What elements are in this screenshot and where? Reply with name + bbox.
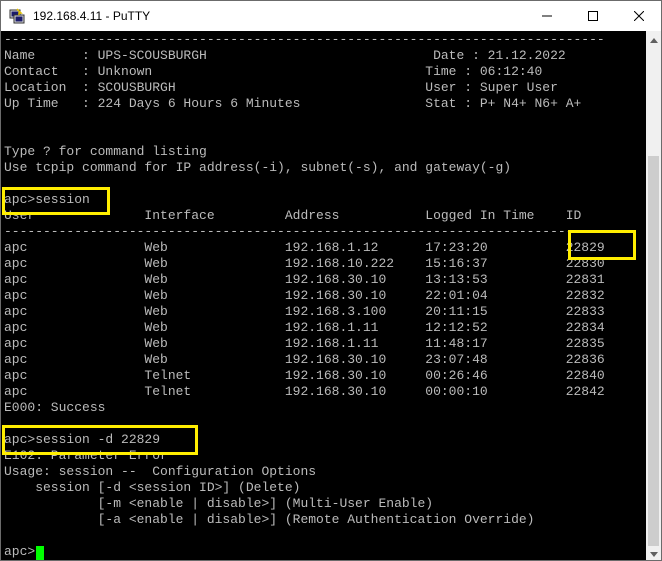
terminal-line: Type ? for command listing — [4, 144, 207, 159]
terminal-line: session [-d <session ID>] (Delete) — [4, 480, 301, 495]
scroll-thumb[interactable] — [648, 156, 659, 546]
terminal-output[interactable]: ----------------------------------------… — [1, 31, 646, 560]
putty-app-icon — [9, 8, 25, 24]
highlight-session-command — [2, 187, 110, 215]
scroll-up-arrow[interactable] — [646, 33, 661, 48]
highlight-delete-command — [2, 425, 198, 455]
terminal-line: Name : UPS-SCOUSBURGH Date : 21.12.2022 — [4, 48, 566, 63]
terminal-line: apc Web 192.168.30.10 22:01:04 22832 — [4, 288, 605, 303]
highlight-session-id — [568, 230, 636, 260]
terminal-line: apc Web 192.168.3.100 20:11:15 22833 — [4, 304, 605, 319]
terminal-line: apc Web 192.168.10.222 15:16:37 22830 — [4, 256, 605, 271]
terminal-line: apc Web 192.168.30.10 23:07:48 22836 — [4, 352, 605, 367]
terminal-line: Location : SCOUSBURGH User : Super User — [4, 80, 558, 95]
terminal-line: apc Telnet 192.168.30.10 00:26:46 22840 — [4, 368, 605, 383]
terminal-line: apc Web 192.168.30.10 13:13:53 22831 — [4, 272, 605, 287]
chevron-down-icon — [649, 552, 658, 557]
terminal-line: E000: Success — [4, 400, 106, 415]
terminal-line: Usage: session -- Configuration Options — [4, 464, 317, 479]
terminal-line: [-m <enable | disable>] (Multi-User Enab… — [4, 496, 434, 511]
putty-window: 192.168.4.11 - PuTTY -------------------… — [0, 0, 662, 561]
terminal-line: apc Web 192.168.1.11 11:48:17 22835 — [4, 336, 605, 351]
minimize-icon — [542, 15, 552, 17]
terminal-line: [-a <enable | disable>] (Remote Authenti… — [4, 512, 535, 527]
close-icon — [634, 11, 644, 21]
terminal-line: apc Web 192.168.1.11 12:12:52 22834 — [4, 320, 605, 335]
terminal-prompt: apc> — [4, 544, 36, 559]
terminal-line: ----------------------------------------… — [4, 224, 605, 239]
terminal-line: Contact : Unknown Time : 06:12:40 — [4, 64, 543, 79]
close-button[interactable] — [616, 1, 661, 31]
terminal-line: Up Time : 224 Days 6 Hours 6 Minutes Sta… — [4, 96, 582, 111]
minimize-button[interactable] — [524, 1, 570, 31]
title-bar[interactable]: 192.168.4.11 - PuTTY — [1, 1, 661, 31]
scroll-down-arrow[interactable] — [646, 547, 661, 560]
window-title: 192.168.4.11 - PuTTY — [33, 9, 151, 23]
terminal-line: ----------------------------------------… — [4, 32, 605, 47]
vertical-scrollbar[interactable] — [646, 31, 661, 560]
terminal-cursor — [36, 546, 44, 560]
maximize-icon — [588, 11, 598, 21]
terminal-line: apc Telnet 192.168.30.10 00:00:10 22842 — [4, 384, 605, 399]
terminal-line: Use tcpip command for IP address(-i), su… — [4, 160, 512, 175]
chevron-up-icon — [649, 38, 658, 43]
terminal-line: apc Web 192.168.1.12 17:23:20 22829 — [4, 240, 605, 255]
maximize-button[interactable] — [570, 1, 616, 31]
